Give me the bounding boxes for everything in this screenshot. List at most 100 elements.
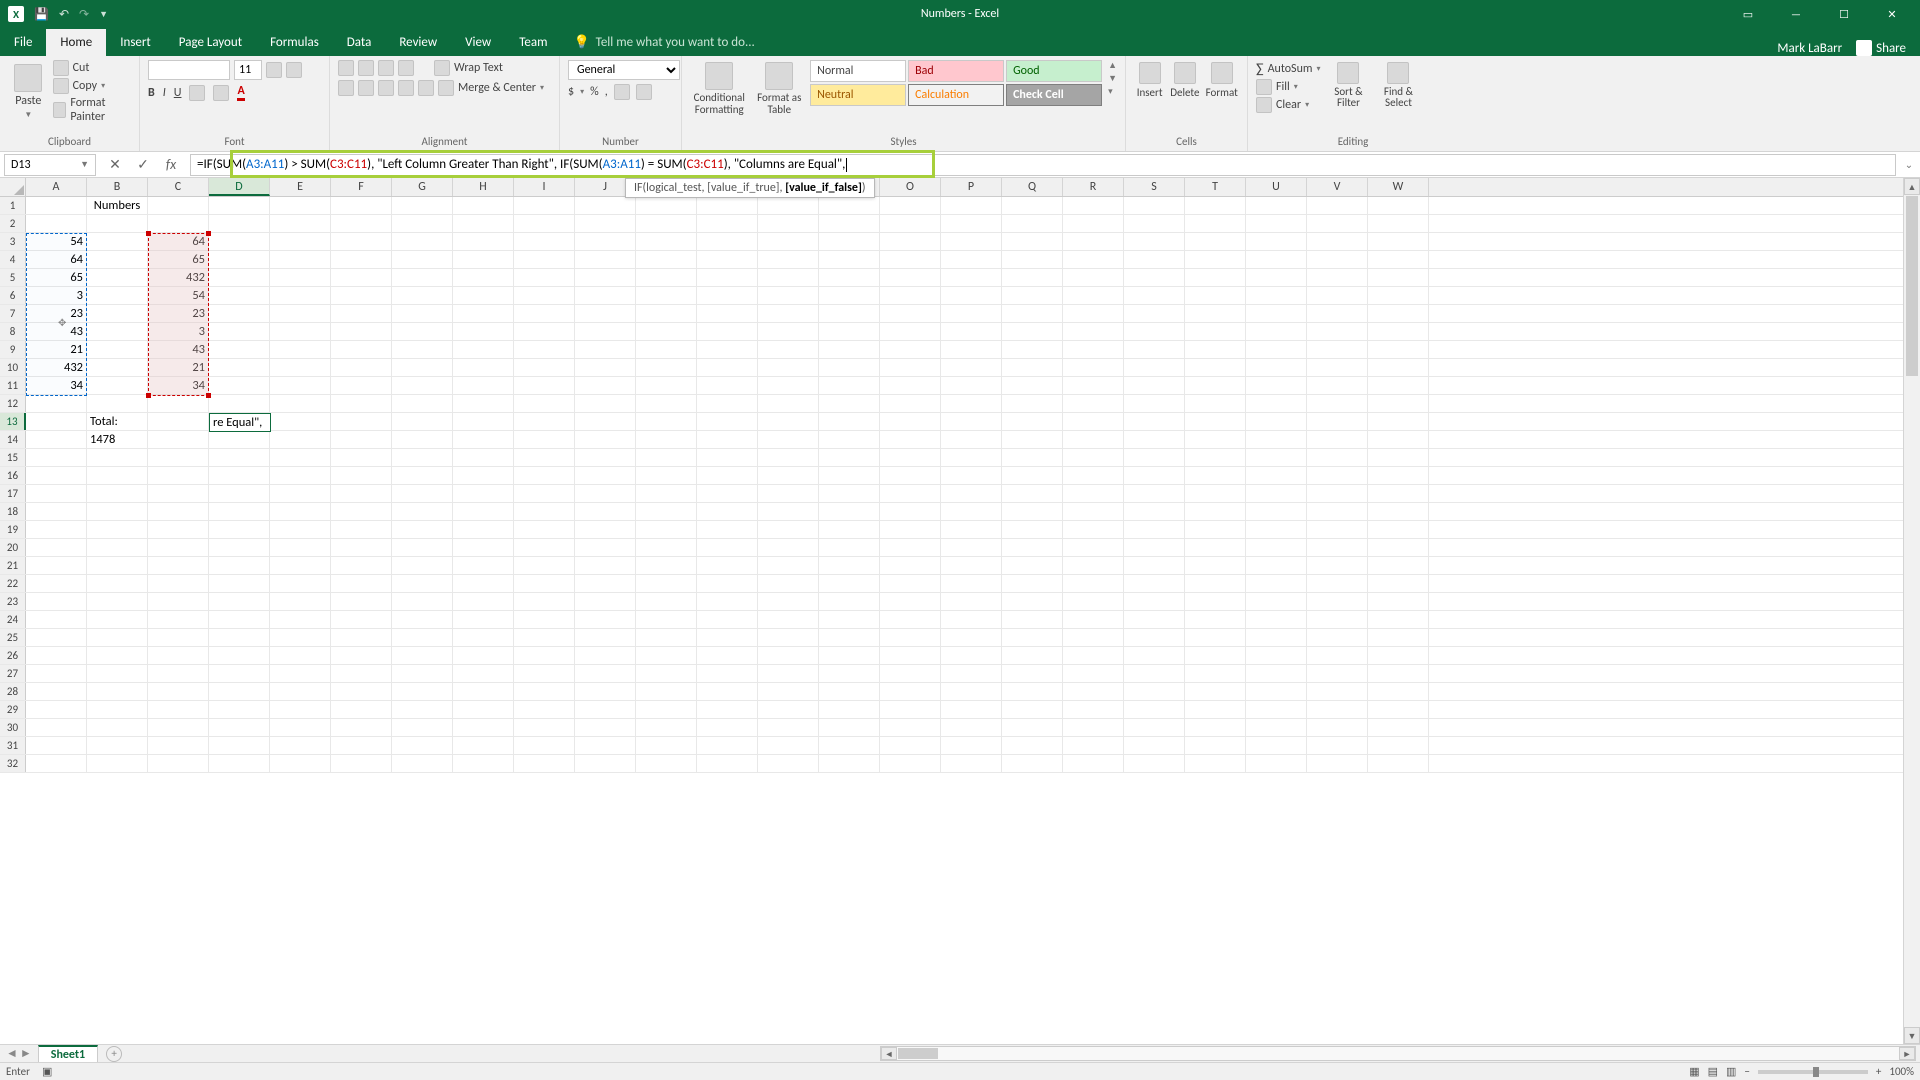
cell[interactable]	[209, 701, 270, 718]
cell[interactable]	[1002, 593, 1063, 610]
row-header-5[interactable]: 5	[0, 269, 26, 286]
cell[interactable]	[87, 611, 148, 628]
cell[interactable]	[941, 719, 1002, 736]
cell[interactable]	[697, 395, 758, 412]
cell[interactable]	[1368, 359, 1429, 376]
row-header-14[interactable]: 14	[0, 431, 26, 448]
bold-button[interactable]: B	[148, 86, 155, 100]
cell[interactable]	[1124, 485, 1185, 502]
cell[interactable]	[1368, 251, 1429, 268]
cell[interactable]	[819, 593, 880, 610]
cell[interactable]	[819, 683, 880, 700]
cell[interactable]	[270, 557, 331, 574]
cell[interactable]	[1124, 395, 1185, 412]
cell[interactable]	[87, 449, 148, 466]
cell[interactable]	[1063, 629, 1124, 646]
cell[interactable]	[331, 737, 392, 754]
cell[interactable]	[1063, 215, 1124, 232]
cell[interactable]	[331, 413, 392, 430]
cell[interactable]	[636, 485, 697, 502]
cell[interactable]	[941, 557, 1002, 574]
cell[interactable]	[26, 539, 87, 556]
row-header-7[interactable]: 7	[0, 305, 26, 322]
cell[interactable]	[453, 197, 514, 214]
cell[interactable]	[331, 449, 392, 466]
cell[interactable]	[331, 323, 392, 340]
cell[interactable]	[1124, 629, 1185, 646]
cell[interactable]: 54	[148, 287, 209, 304]
cell[interactable]	[87, 251, 148, 268]
cell[interactable]	[1063, 593, 1124, 610]
cell[interactable]	[1002, 215, 1063, 232]
cell[interactable]	[26, 629, 87, 646]
styles-scroll-up-icon[interactable]: ▲	[1108, 60, 1117, 71]
merge-center-button[interactable]: Merge & Center▾	[438, 80, 544, 96]
cell[interactable]	[453, 755, 514, 772]
cell[interactable]	[880, 593, 941, 610]
cell[interactable]	[1002, 251, 1063, 268]
cell[interactable]	[209, 593, 270, 610]
cell[interactable]	[1246, 665, 1307, 682]
cell[interactable]	[1002, 197, 1063, 214]
tell-me-search[interactable]: 💡 Tell me what you want to do...	[561, 29, 766, 56]
cell[interactable]	[941, 575, 1002, 592]
cell[interactable]	[1002, 485, 1063, 502]
cell[interactable]	[1246, 719, 1307, 736]
cell[interactable]	[392, 341, 453, 358]
cell[interactable]	[1124, 449, 1185, 466]
cell[interactable]	[148, 701, 209, 718]
cell[interactable]	[1185, 215, 1246, 232]
cell[interactable]	[87, 575, 148, 592]
cell[interactable]	[392, 737, 453, 754]
cell[interactable]	[1368, 755, 1429, 772]
cell[interactable]	[575, 521, 636, 538]
cell[interactable]	[575, 197, 636, 214]
cell[interactable]	[514, 611, 575, 628]
cell[interactable]	[941, 701, 1002, 718]
cell[interactable]	[1124, 737, 1185, 754]
cell[interactable]	[209, 215, 270, 232]
cell[interactable]	[453, 557, 514, 574]
copy-button[interactable]: Copy▾	[53, 78, 131, 94]
cell[interactable]	[1246, 539, 1307, 556]
cell[interactable]	[880, 449, 941, 466]
cell[interactable]	[514, 305, 575, 322]
cell[interactable]	[1307, 557, 1368, 574]
cell[interactable]	[87, 557, 148, 574]
cell[interactable]	[392, 629, 453, 646]
cell[interactable]	[270, 449, 331, 466]
style-good[interactable]: Good	[1006, 60, 1102, 82]
cell[interactable]	[941, 521, 1002, 538]
cell[interactable]	[392, 467, 453, 484]
cell[interactable]	[636, 233, 697, 250]
cell[interactable]	[697, 593, 758, 610]
cell[interactable]	[1185, 683, 1246, 700]
cell[interactable]	[941, 197, 1002, 214]
cell[interactable]	[636, 269, 697, 286]
cell[interactable]	[1307, 755, 1368, 772]
cell[interactable]	[1307, 593, 1368, 610]
cell[interactable]	[514, 755, 575, 772]
cell[interactable]	[758, 575, 819, 592]
cell[interactable]	[87, 665, 148, 682]
row-header-21[interactable]: 21	[0, 557, 26, 574]
cell[interactable]	[697, 197, 758, 214]
cell[interactable]	[575, 359, 636, 376]
cell[interactable]	[1246, 611, 1307, 628]
cell[interactable]	[87, 521, 148, 538]
cell[interactable]	[514, 557, 575, 574]
cell[interactable]	[331, 575, 392, 592]
row-header-1[interactable]: 1	[0, 197, 26, 214]
cell[interactable]	[1246, 755, 1307, 772]
cell[interactable]	[331, 755, 392, 772]
cell[interactable]	[880, 197, 941, 214]
cell[interactable]	[1063, 647, 1124, 664]
cell[interactable]	[1185, 251, 1246, 268]
cell[interactable]	[270, 503, 331, 520]
cell[interactable]	[1185, 629, 1246, 646]
cell[interactable]	[880, 431, 941, 448]
cell[interactable]	[819, 215, 880, 232]
row-header-3[interactable]: 3	[0, 233, 26, 250]
cell[interactable]	[819, 737, 880, 754]
cell[interactable]	[636, 323, 697, 340]
